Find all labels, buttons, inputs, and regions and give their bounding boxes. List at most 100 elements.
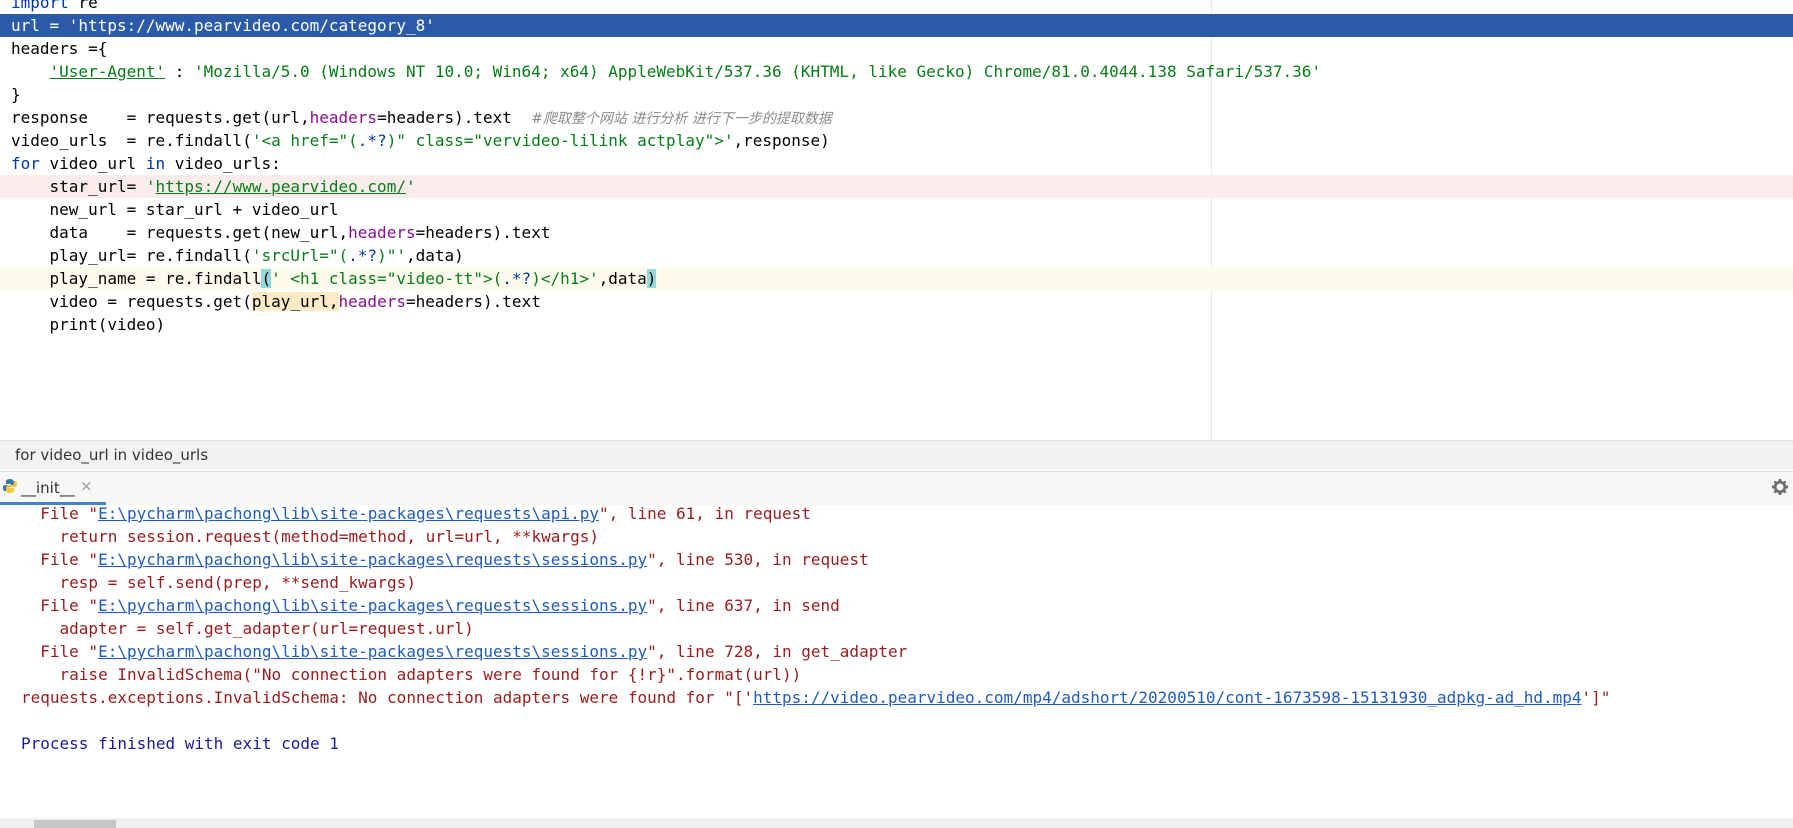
console-line: File "E:\pycharm\pachong\lib\site-packag… bbox=[0, 640, 1793, 663]
code-token: =headers).text bbox=[377, 108, 532, 127]
console-line: File "E:\pycharm\pachong\lib\site-packag… bbox=[0, 505, 1793, 525]
code-token: )</h1>' bbox=[531, 269, 599, 288]
code-token: response = requests.get(url, bbox=[11, 108, 310, 127]
code-token: #爬取整个网站 进行分析 进行下一步的提取数据 bbox=[531, 111, 832, 127]
console-text: ']" bbox=[1581, 688, 1611, 707]
code-token: video = requests.get( bbox=[11, 292, 252, 311]
code-line[interactable]: play_name = re.findall(' <h1 class="vide… bbox=[0, 267, 1793, 290]
code-token: play_url= re.findall( bbox=[11, 246, 252, 265]
code-token: in bbox=[145, 154, 166, 173]
code-line[interactable]: video_urls = re.findall('<a href="(.*?)"… bbox=[0, 129, 1793, 152]
console-text: ", line 728, in get_adapter bbox=[647, 642, 908, 661]
code-line[interactable]: url = 'https://www.pearvideo.com/categor… bbox=[0, 14, 1793, 37]
code-token: .*? bbox=[502, 269, 532, 288]
code-token: ,data) bbox=[405, 246, 464, 265]
code-token: .*? bbox=[357, 131, 387, 150]
tab-init[interactable]: __init__ × bbox=[0, 472, 106, 505]
code-line[interactable]: for video_url in video_urls: bbox=[0, 152, 1793, 175]
code-token: headers ={ bbox=[11, 39, 108, 58]
code-token: ' <h1 class="video-tt">( bbox=[271, 269, 503, 288]
code-token: url = bbox=[11, 16, 69, 35]
scrollbar-thumb[interactable] bbox=[34, 820, 116, 828]
file-link[interactable]: E:\pycharm\pachong\lib\site-packages\req… bbox=[98, 505, 599, 523]
code-token: 'Mozilla/5.0 (Windows NT 10.0; Win64; x6… bbox=[194, 62, 1322, 81]
code-token: ' bbox=[145, 177, 156, 196]
code-line[interactable]: headers ={ bbox=[0, 37, 1793, 60]
run-console-output[interactable]: File "E:\pycharm\pachong\lib\site-packag… bbox=[0, 505, 1793, 818]
run-tool-window-tabs: __init__ × bbox=[0, 471, 1793, 505]
console-line: resp = self.send(prep, **send_kwargs) bbox=[0, 571, 1793, 594]
code-token: .*? bbox=[348, 246, 378, 265]
console-text: ", line 637, in send bbox=[647, 596, 840, 615]
file-link[interactable]: E:\pycharm\pachong\lib\site-packages\req… bbox=[98, 550, 647, 569]
console-text: adapter = self.get_adapter(url=request.u… bbox=[21, 619, 474, 638]
horizontal-scrollbar[interactable] bbox=[0, 818, 1793, 828]
code-token: 'https://www.pearvideo.com/category_8' bbox=[68, 16, 435, 35]
gear-icon[interactable] bbox=[1771, 478, 1789, 496]
console-text: File " bbox=[21, 596, 99, 615]
code-token: for bbox=[11, 154, 40, 173]
code-token: play_name = re.findall bbox=[11, 269, 262, 288]
console-text: requests.exceptions.InvalidSchema: No co… bbox=[21, 688, 754, 707]
code-token: play_url, bbox=[251, 292, 339, 311]
code-token: https://www.pearvideo.com/ bbox=[155, 177, 406, 196]
code-token: headers bbox=[348, 223, 416, 242]
code-token: 'User-Agent' bbox=[49, 62, 166, 81]
code-token: } bbox=[11, 85, 21, 104]
console-line: raise InvalidSchema("No connection adapt… bbox=[0, 663, 1793, 686]
code-line[interactable]: print(video) bbox=[0, 313, 1793, 336]
console-text: raise InvalidSchema("No connection adapt… bbox=[21, 665, 802, 684]
console-text: ", line 61, in request bbox=[598, 505, 811, 523]
breadcrumb-item[interactable]: for video_url in video_urls bbox=[15, 446, 208, 464]
close-icon[interactable]: × bbox=[80, 477, 93, 495]
console-line: File "E:\pycharm\pachong\lib\site-packag… bbox=[0, 548, 1793, 571]
code-editor[interactable]: import re url = 'https://www.pearvideo.co… bbox=[0, 0, 1793, 440]
code-token: ,data bbox=[598, 269, 647, 288]
console-text: return session.request(method=method, ur… bbox=[21, 527, 599, 546]
console-text: File " bbox=[21, 505, 99, 523]
code-token: star_url= bbox=[11, 177, 146, 196]
code-token: import bbox=[11, 0, 69, 12]
breadcrumb[interactable]: for video_url in video_urls bbox=[0, 440, 1793, 470]
code-line[interactable]: play_url= re.findall('srcUrl="(.*?)"',da… bbox=[0, 244, 1793, 267]
code-token: new_url = star_url + video_url bbox=[11, 200, 339, 219]
console-line: return session.request(method=method, ur… bbox=[0, 525, 1793, 548]
code-token: video_urls = re.findall( bbox=[11, 131, 252, 150]
code-line[interactable]: 'User-Agent' : 'Mozilla/5.0 (Windows NT … bbox=[0, 60, 1793, 83]
file-link[interactable]: https://video.pearvideo.com/mp4/adshort/… bbox=[753, 688, 1581, 707]
file-link[interactable]: E:\pycharm\pachong\lib\site-packages\req… bbox=[98, 642, 647, 661]
code-token: ) bbox=[646, 269, 657, 288]
code-token: =headers).text bbox=[405, 292, 541, 311]
tab-label: __init__ bbox=[21, 479, 75, 497]
code-token: video_url bbox=[39, 154, 146, 173]
code-line[interactable]: import re bbox=[0, 0, 1793, 14]
file-link[interactable]: E:\pycharm\pachong\lib\site-packages\req… bbox=[98, 596, 647, 615]
console-line: Process finished with exit code 1 bbox=[0, 732, 1793, 755]
code-token: data = requests.get(new_url, bbox=[11, 223, 349, 242]
code-line[interactable]: data = requests.get(new_url,headers=head… bbox=[0, 221, 1793, 244]
console-line: requests.exceptions.InvalidSchema: No co… bbox=[0, 686, 1793, 709]
console-line: File "E:\pycharm\pachong\lib\site-packag… bbox=[0, 594, 1793, 617]
console-line: adapter = self.get_adapter(url=request.u… bbox=[0, 617, 1793, 640]
console-text: File " bbox=[21, 550, 99, 569]
code-token: 'srcUrl="( bbox=[251, 246, 349, 265]
code-token: '<a href="( bbox=[251, 131, 358, 150]
code-token: headers bbox=[338, 292, 406, 311]
code-token: ( bbox=[261, 269, 272, 288]
code-token: ' bbox=[405, 177, 416, 196]
code-token: re bbox=[68, 0, 98, 12]
code-token: )"' bbox=[377, 246, 406, 265]
code-token: headers bbox=[309, 108, 378, 127]
code-line[interactable]: new_url = star_url + video_url bbox=[0, 198, 1793, 221]
code-line[interactable]: video = requests.get(play_url,headers=he… bbox=[0, 290, 1793, 313]
console-text: resp = self.send(prep, **send_kwargs) bbox=[21, 573, 416, 592]
code-line[interactable]: star_url= 'https://www.pearvideo.com/' bbox=[0, 175, 1793, 198]
code-line[interactable]: response = requests.get(url,headers=head… bbox=[0, 106, 1793, 129]
code-line[interactable]: } bbox=[0, 83, 1793, 106]
code-token: print(video) bbox=[11, 315, 166, 334]
python-icon bbox=[3, 479, 17, 493]
code-token: )" class="vervideo-lilink actplay">' bbox=[386, 131, 734, 150]
code-token: video_urls: bbox=[165, 154, 281, 173]
